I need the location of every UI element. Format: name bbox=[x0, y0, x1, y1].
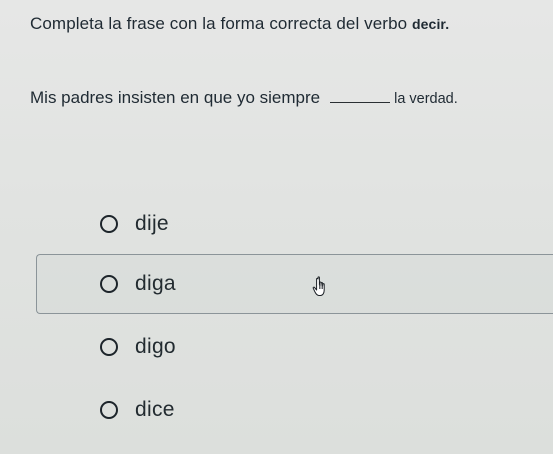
option-dije[interactable]: dije bbox=[100, 204, 169, 244]
option-label: dice bbox=[135, 398, 175, 421]
radio-unchecked-icon[interactable] bbox=[100, 275, 118, 293]
hand-pointer-icon bbox=[312, 276, 325, 296]
option-label: digo bbox=[135, 335, 176, 358]
question-verb: decir. bbox=[412, 16, 450, 32]
sentence-before: Mis padres insisten en que yo siempre bbox=[30, 88, 321, 107]
option-diga[interactable]: diga bbox=[100, 264, 176, 304]
answer-blank bbox=[330, 102, 391, 103]
sentence-after: la verdad. bbox=[394, 91, 458, 107]
option-label: dije bbox=[135, 212, 169, 235]
option-digo[interactable]: digo bbox=[100, 327, 176, 367]
radio-unchecked-icon[interactable] bbox=[100, 338, 118, 356]
radio-unchecked-icon[interactable] bbox=[100, 215, 118, 233]
option-label: diga bbox=[135, 272, 176, 295]
question-text: Completa la frase con la forma correcta … bbox=[30, 14, 408, 33]
question-prompt: Completa la frase con la forma correcta … bbox=[30, 14, 540, 34]
option-dice[interactable]: dice bbox=[100, 390, 175, 430]
fill-in-sentence: Mis padres insisten en que yo siempre la … bbox=[30, 88, 545, 108]
radio-unchecked-icon[interactable] bbox=[100, 401, 118, 419]
